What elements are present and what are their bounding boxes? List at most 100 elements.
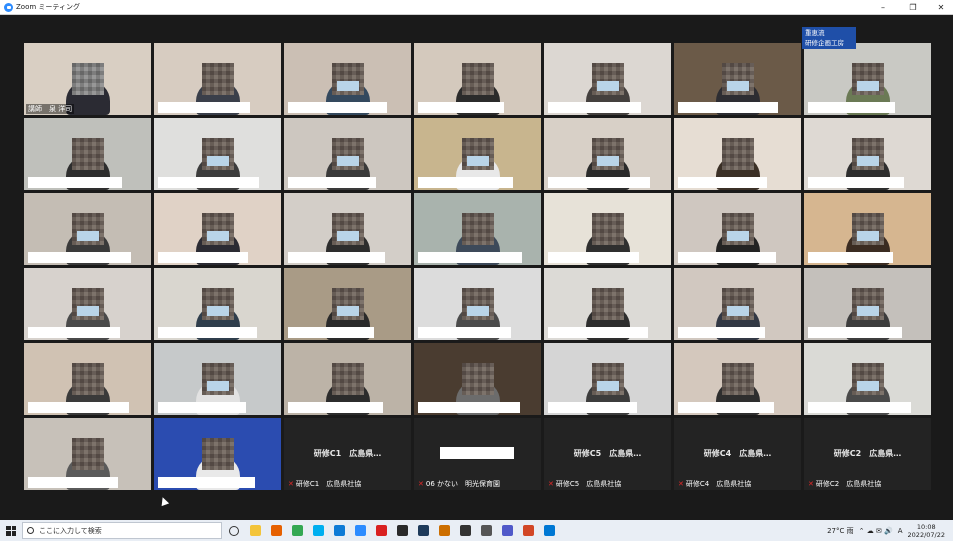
participant-tile[interactable] [154,118,281,190]
participant-tile[interactable] [284,118,411,190]
participant-tile[interactable] [284,193,411,265]
participant-tile[interactable]: 研修C5 広島県… ✕ 研修C5 広島県社協 [544,418,671,490]
obs-icon[interactable] [393,520,411,541]
pixelated-face [71,438,104,470]
participant-tile[interactable] [414,343,541,415]
edge-icon[interactable] [330,520,348,541]
skype-icon[interactable] [309,520,327,541]
face-mask [856,381,879,391]
participant-tile[interactable] [154,418,281,490]
pixelated-face [71,363,104,395]
pixelated-face [201,438,234,470]
redacted-name [548,252,639,263]
clock[interactable]: 10:08 2022/07/22 [908,523,945,539]
minimize-button[interactable]: – [869,0,897,14]
ime-indicator[interactable]: A [898,527,903,535]
organizer-badge: 重恵流 研修企画工房 [802,27,856,49]
participant-tile[interactable] [284,43,411,115]
redacted-name [418,402,520,413]
powerpoint-icon[interactable] [519,520,537,541]
photos-icon[interactable] [540,520,558,541]
app-icon[interactable] [456,520,474,541]
window-titlebar: Zoom ミーティング – ❐ ✕ [0,0,953,15]
redacted-name [678,327,765,338]
mic-muted-icon: ✕ [808,480,814,488]
participant-tile[interactable] [544,343,671,415]
record-icon[interactable] [372,520,390,541]
weather-label[interactable]: 27°C 雨 [827,526,854,536]
participant-tile[interactable] [804,43,931,115]
participant-tile[interactable] [544,193,671,265]
maximize-button[interactable]: ❐ [899,0,927,14]
participant-tile[interactable] [414,193,541,265]
participant-tile[interactable] [804,268,931,340]
redacted-name [288,177,376,188]
camera-icon[interactable] [477,520,495,541]
participant-tile[interactable] [414,118,541,190]
participant-tile[interactable] [24,418,151,490]
participant-tile[interactable] [674,43,801,115]
participant-tile[interactable]: 講師 泉 洋司 [24,43,151,115]
windows-logo-icon [6,525,16,536]
taskbar-search-box[interactable]: ここに入力して検索 [22,522,222,539]
participant-tile[interactable] [154,268,281,340]
participant-tile[interactable] [154,43,281,115]
participant-tile[interactable] [674,268,801,340]
record-icon-glyph [375,525,387,536]
teams-icon[interactable] [498,520,516,541]
redacted-name [808,402,911,413]
zoom-icon[interactable] [351,520,369,541]
redacted-name [678,177,767,188]
participant-tile[interactable]: 研修C2 広島県… ✕ 研修C2 広島県社協 [804,418,931,490]
illustrator-icon[interactable] [435,520,453,541]
redacted-name [158,252,248,263]
participant-tile[interactable]: 研修C4 広島県… ✕ 研修C4 広島県社協 [674,418,801,490]
chrome-icon[interactable] [288,520,306,541]
redacted-name [678,252,776,263]
participant-tile[interactable] [24,268,151,340]
close-button[interactable]: ✕ [927,0,953,14]
participant-tile[interactable] [284,343,411,415]
participant-tile[interactable] [544,118,671,190]
participant-tile[interactable] [24,193,151,265]
participant-tile[interactable] [154,343,281,415]
explorer-icon[interactable] [246,520,264,541]
firefox-icon[interactable] [267,520,285,541]
participant-tile[interactable] [414,268,541,340]
pixelated-face [461,213,494,245]
taskbar-apps [222,520,558,541]
search-placeholder: ここに入力して検索 [39,526,102,535]
tray-icons[interactable]: ⌃ ☁ ✉ 🔊 [859,527,893,535]
face-mask [206,231,229,241]
redacted-name [548,177,650,188]
terminal-icon[interactable] [414,520,432,541]
redacted-name [288,102,387,113]
participant-tile[interactable] [24,118,151,190]
participant-tile[interactable] [674,193,801,265]
task-view-icon[interactable] [225,520,243,541]
redacted-name [418,102,504,113]
participant-name-text: 研修C4 広島県社協 [685,480,752,488]
participant-tile[interactable]: ✕ 06 かない 明光保育園 [414,418,541,490]
participant-tile[interactable] [804,343,931,415]
participant-tile[interactable] [804,193,931,265]
participant-tile[interactable]: 研修C1 広島県… ✕ 研修C1 広島県社協 [284,418,411,490]
pixelated-face [461,363,494,395]
participant-tile[interactable] [284,268,411,340]
start-button[interactable] [0,520,22,541]
participant-tile[interactable] [414,43,541,115]
skype-icon-glyph [312,525,324,536]
redacted-name [158,327,257,338]
face-mask [206,306,229,316]
participant-tile[interactable] [544,43,671,115]
pixelated-face [71,63,104,95]
participant-name: 講師 泉 洋司 [26,104,75,114]
redacted-name [808,252,893,263]
participant-tile[interactable] [674,118,801,190]
participant-tile[interactable] [154,193,281,265]
participant-tile[interactable] [24,343,151,415]
participant-tile[interactable] [544,268,671,340]
participant-tile[interactable] [674,343,801,415]
participant-tile[interactable] [804,118,931,190]
mic-muted-icon: ✕ [678,480,684,488]
